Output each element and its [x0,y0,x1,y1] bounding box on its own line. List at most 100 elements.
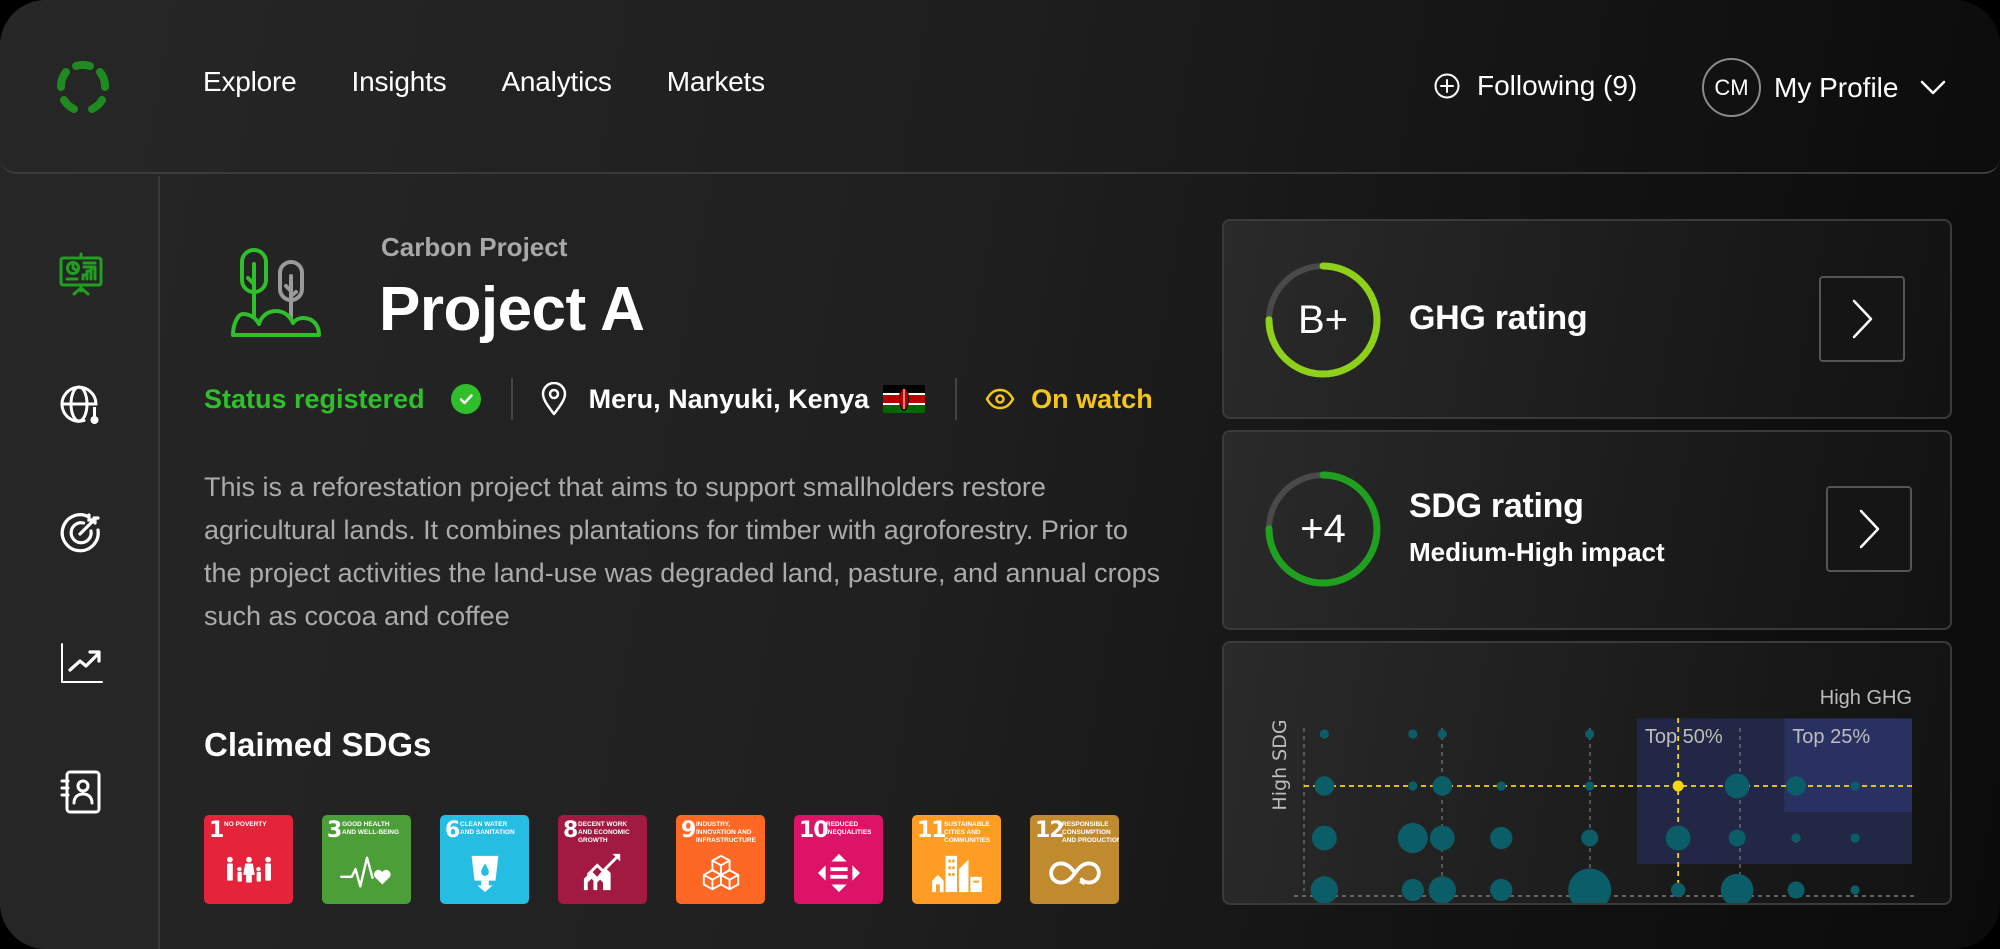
scatter-point [1310,876,1339,903]
sdg-tile-12[interactable]: 12 Responsible consumption and production [1030,815,1119,904]
nav-markets[interactable]: Markets [667,66,765,98]
sdg-name: No poverty [224,821,267,828]
profile-menu[interactable]: CM My Profile [1702,58,1946,117]
scatter-point [1437,729,1447,739]
app-window: Explore Insights Analytics Markets Follo… [0,0,2000,949]
eye-icon [985,388,1015,410]
sdg-list: 1 No poverty 3 Good health and well-being 6 C… [204,815,1148,904]
trees-icon [230,248,324,338]
following-button[interactable]: Following (9) [1433,70,1637,102]
ring-logo-icon[interactable] [53,58,113,118]
main-nav: Explore Insights Analytics Markets [203,66,820,98]
claimed-sdgs-heading: Claimed SDGs [204,726,432,763]
nav-analytics[interactable]: Analytics [501,66,611,98]
trending-up-chart-icon[interactable] [58,640,104,686]
water-icon [440,852,529,894]
check-circle-icon [450,384,481,414]
sdg-number: 10 [799,818,829,843]
scatter-point [1850,885,1860,895]
scatter-point [1791,833,1801,843]
project-title: Project A [379,275,645,344]
location-pin-icon [541,382,566,416]
sdg-tile-10[interactable]: 10 Reduced inequalities [794,815,883,904]
following-label: Following (9) [1477,70,1638,101]
ghg-sdg-matrix-card: Top 50% Top 25% High GHG High SDG [1222,641,1952,905]
presentation-chart-icon[interactable] [58,252,104,298]
kenya-flag-icon [883,385,926,413]
target-arrow-icon[interactable] [58,510,104,556]
scatter-point [1720,873,1754,903]
project-meta-row: Status registered Meru, Nanyuki, Kenya O… [204,376,1153,422]
x-axis-label: High GHG [1820,687,1912,709]
scatter-point [1670,882,1686,898]
chevron-down-icon[interactable] [1920,79,1946,97]
scatter-point [1786,776,1806,796]
scatter-point [1665,825,1691,851]
sdg-name: Decent work and economic growth [578,821,630,844]
project-description: This is a reforestation project that aim… [204,472,1161,631]
location-text: Meru, Nanyuki, Kenya [588,383,870,414]
ghg-rating-card: B+ GHG rating [1222,219,1952,419]
ghg-sdg-scatter-chart: Top 50% Top 25% High GHG High SDG [1224,643,1950,903]
scatter-point [1490,878,1513,902]
growth-icon [558,852,647,894]
scatter-point [1428,876,1456,903]
sdg-tile-3[interactable]: 3 Good health and well-being [322,815,411,904]
chevron-right-icon [1852,299,1873,339]
current-project-point [1672,780,1684,792]
sdg-tile-8[interactable]: 8 Decent work and economic growth [558,815,647,904]
sdg-number: 11 [917,818,947,843]
sdg-rating-impact: Medium-High impact [1409,537,1665,567]
sdg-tile-6[interactable]: 6 Clean water and sanitation [440,815,529,904]
sdg-number: 3 [327,818,342,843]
nav-insights[interactable]: Insights [352,66,447,98]
sdg-tile-9[interactable]: 9 Industry, innovation and infrastructure [676,815,765,904]
scatter-point [1429,825,1455,851]
chevron-right-icon [1859,509,1880,549]
sdg-details-button[interactable] [1826,486,1912,572]
nav-explore[interactable]: Explore [203,66,297,98]
contact-book-icon[interactable] [58,769,104,815]
sdg-tile-11[interactable]: 11 Sustainable cities and communities [912,815,1001,904]
sdg-name: Sustainable cities and communities [944,821,991,844]
watch-status[interactable]: On watch [1031,384,1153,415]
sdg-number: 1 [209,818,224,843]
scatter-point [1787,881,1805,899]
equal-icon [794,852,883,894]
scatter-point [1408,781,1418,791]
scatter-point [1408,729,1418,739]
scatter-point [1568,868,1612,903]
region-label-top-50: Top 50% [1645,726,1723,748]
sdg-name: Industry, innovation and infrastructure [696,821,756,844]
sdg-number: 8 [563,818,578,843]
top-header: Explore Insights Analytics Markets Follo… [0,0,2000,174]
sdg-number: 12 [1035,818,1065,843]
scatter-point [1585,729,1595,739]
sdg-name: Responsible consumption and production [1062,821,1119,844]
ghg-rating-title: GHG rating [1409,299,1588,337]
ghg-rating-ring: B+ [1264,261,1382,379]
ghg-rating-value: B+ [1297,297,1349,342]
ghg-details-button[interactable] [1819,276,1905,362]
sdg-number: 9 [681,818,696,843]
cubes-icon [676,852,765,894]
scatter-point [1314,776,1335,796]
sdg-rating-ring: +4 [1264,470,1382,588]
scatter-point [1728,829,1746,847]
scatter-point [1581,829,1599,847]
globe-temperature-icon[interactable] [58,381,104,427]
sdg-tile-1[interactable]: 1 No poverty [204,815,293,904]
divider [955,378,958,420]
sdg-rating-value: +4 [1300,506,1346,551]
sdg-name: Reduced inequalities [826,821,872,836]
infinity-icon [1030,852,1119,894]
scatter-point [1496,781,1506,791]
sdg-rating-title: SDG rating [1409,487,1584,525]
sdg-rating-card: +4 SDG rating Medium-High impact [1222,430,1952,630]
avatar: CM [1702,58,1761,117]
scatter-point [1850,833,1860,843]
scatter-point [1311,825,1337,851]
profile-label: My Profile [1774,71,1899,103]
scatter-point [1585,781,1595,791]
divider [510,378,513,420]
